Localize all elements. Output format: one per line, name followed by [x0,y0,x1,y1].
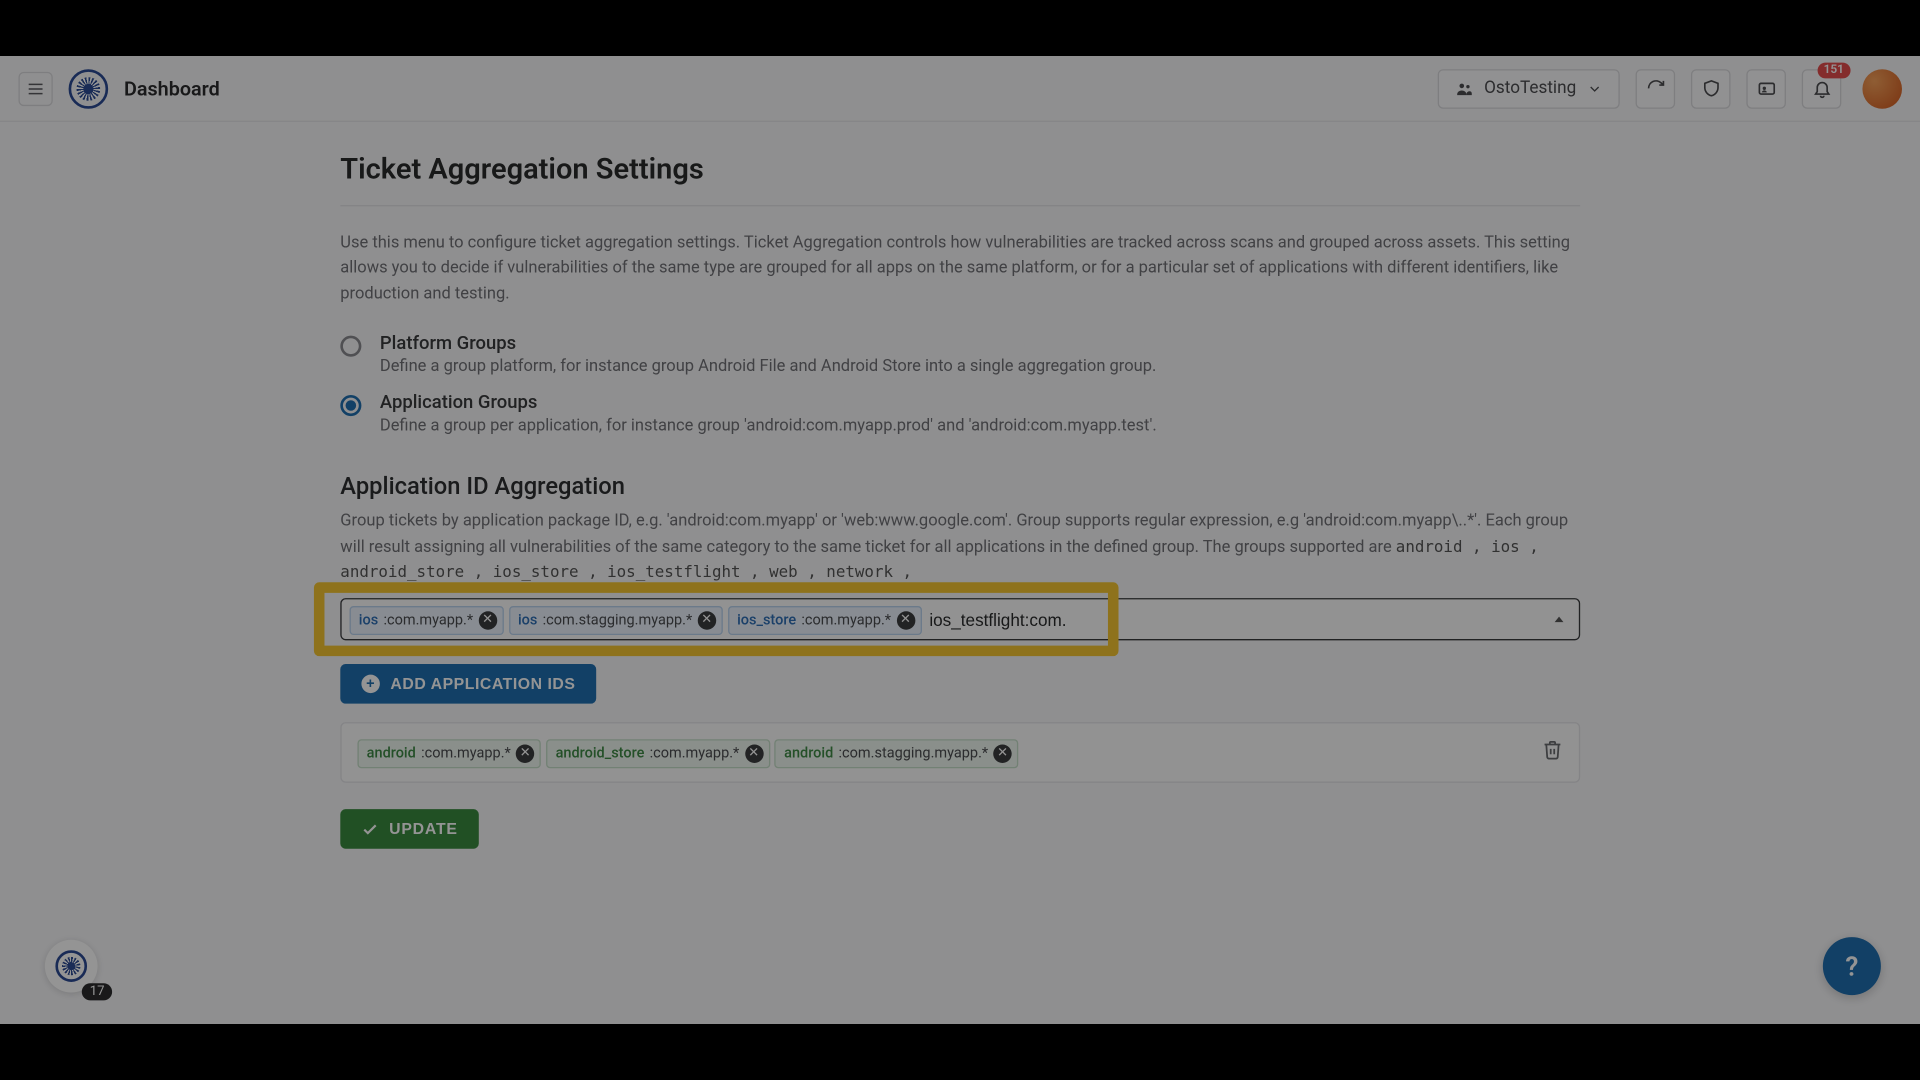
floating-badge-count: 17 [82,983,113,1000]
chip-prefix: android [367,745,416,762]
chip-suffix: :com.myapp.* [421,745,511,762]
page-title: Ticket Aggregation Settings [340,154,1580,207]
app-id-chip: android_store :com.myapp.* ✕ [546,739,769,768]
app-id-chip: ios_store :com.myapp.* ✕ [728,605,922,634]
chip-remove-button[interactable]: ✕ [745,744,763,762]
section-title-appid: Application ID Aggregation [340,473,1580,501]
add-button-label: ADD APPLICATION IDS [390,675,575,693]
chip-prefix: android [784,745,833,762]
group-icon [1455,79,1473,97]
question-icon: ? [1845,950,1858,982]
chip-suffix: :com.myapp.* [801,611,891,628]
app-id-chip: ios :com.myapp.* ✕ [350,605,504,634]
check-icon [361,821,378,838]
page-description: Use this menu to configure ticket aggreg… [340,230,1580,307]
app-id-chip: ios :com.stagging.myapp.* ✕ [509,605,723,634]
shield-button[interactable] [1691,69,1731,109]
aggregation-mode-radio-group: Platform Groups Define a group platform,… [340,333,1580,436]
chip-prefix: ios_store [737,611,796,628]
radio-description: Define a group platform, for instance gr… [380,357,1156,377]
notifications-button[interactable]: 151 [1802,69,1842,109]
hamburger-menu-button[interactable] [18,71,52,105]
shield-icon [1701,78,1721,98]
chip-remove-button[interactable]: ✕ [896,611,914,629]
update-button[interactable]: UPDATE [340,809,479,849]
existing-group-row: android :com.myapp.* ✕ android_store :com.m… [340,722,1580,783]
dropdown-arrow-icon[interactable] [1552,607,1565,632]
chip-prefix: android_store [556,745,645,762]
main-content: Ticket Aggregation Settings Use this men… [0,122,1920,849]
update-button-label: UPDATE [389,820,458,838]
chip-remove-button[interactable]: ✕ [993,744,1011,762]
id-card-icon [1756,78,1776,98]
application-id-input-combobox[interactable]: ios :com.myapp.* ✕ ios :com.stagging.myapp.… [340,598,1580,640]
plus-circle-icon: + [361,675,379,693]
bell-icon [1812,78,1832,98]
radio-label: Platform Groups [380,333,1156,354]
trash-icon [1542,740,1563,761]
id-card-button[interactable] [1746,69,1786,109]
help-fab-button[interactable]: ? [1823,937,1881,995]
radio-label: Application Groups [380,393,1157,414]
application-id-text-input[interactable] [929,610,1571,630]
chip-remove-button[interactable]: ✕ [516,744,534,762]
notification-count-badge: 151 [1817,62,1851,78]
app-id-chip: android :com.myapp.* ✕ [357,739,541,768]
app-logo [69,69,109,109]
app-id-chip: android :com.stagging.myapp.*✕ [775,739,1019,768]
refresh-button[interactable] [1636,69,1676,109]
user-avatar[interactable] [1862,69,1902,109]
radio-icon [340,336,361,357]
chip-suffix: :com.myapp.* [383,611,473,628]
refresh-icon [1645,78,1665,98]
radio-description: Define a group per application, for inst… [380,416,1157,436]
add-application-ids-button[interactable]: + ADD APPLICATION IDS [340,664,596,704]
radio-application-groups[interactable]: Application Groups Define a group per ap… [340,393,1580,437]
chip-prefix: ios [359,611,378,628]
chip-suffix: :com.stagging.myapp.* [839,745,989,762]
app-header: Dashboard OstoTesting 151 [0,56,1920,122]
chip-remove-button[interactable]: ✕ [698,611,716,629]
chip-suffix: :com.myapp.* [650,745,740,762]
section-description-appid: Group tickets by application package ID,… [340,509,1580,586]
section-desc-lead: Group tickets by application package ID,… [340,511,1568,556]
radio-icon [340,395,361,416]
delete-group-button[interactable] [1542,740,1563,766]
page-header-title: Dashboard [124,76,220,100]
chip-prefix: ios [518,611,537,628]
chip-remove-button[interactable]: ✕ [478,611,496,629]
chip-suffix: :com.stagging.myapp.* [543,611,693,628]
radio-platform-groups[interactable]: Platform Groups Define a group platform,… [340,333,1580,377]
org-name: OstoTesting [1484,78,1576,98]
chevron-down-icon [1587,80,1603,96]
org-switcher-button[interactable]: OstoTesting [1438,69,1620,109]
